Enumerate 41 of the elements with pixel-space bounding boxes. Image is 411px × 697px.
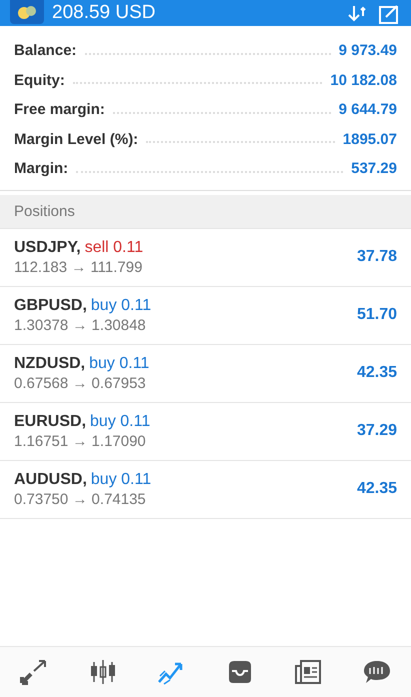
order-label: sell 0.11: [84, 238, 144, 256]
order-label: buy 0.11: [90, 470, 152, 488]
summary-label: Balance:: [14, 42, 77, 60]
position-row[interactable]: NZDUSD, buy 0.11 0.67568 → 0.67953 42.35: [0, 344, 411, 402]
position-row[interactable]: USDJPY, sell 0.11 112.183 → 111.799 37.78: [0, 228, 411, 286]
account-balance-title: 208.59 USD: [52, 2, 157, 24]
summary-label: Margin Level (%):: [14, 130, 138, 148]
summary-label: Equity:: [14, 72, 65, 89]
order-label: buy 0.11: [89, 354, 150, 372]
position-row[interactable]: AUDUSD, buy 0.11 0.73750 → 0.74135 42.35: [0, 460, 411, 518]
new-order-icon[interactable]: [377, 4, 401, 24]
price-range: 0.67568 → 0.67953: [14, 374, 147, 392]
newspaper-icon: [293, 658, 324, 686]
profit-value: 42.35: [356, 364, 397, 382]
summary-value: 537.29: [351, 160, 397, 178]
position-row[interactable]: EURUSD, buy 0.11 1.16751 → 1.17090 37.29: [0, 402, 411, 460]
section-header: Positions: [0, 194, 411, 228]
price-range: 1.30378 → 1.30848: [14, 316, 147, 334]
profit-value: 37.29: [356, 422, 397, 440]
price-range: 0.73750 → 0.74135: [14, 490, 147, 508]
summary-value: 9 973.49: [338, 42, 397, 60]
position-row[interactable]: GBPUSD, buy 0.11 1.30378 → 1.30848 51.70: [0, 286, 411, 344]
order-label: buy 0.11: [90, 296, 152, 314]
profit-value: 51.70: [356, 306, 397, 324]
summary-label: Margin:: [14, 160, 68, 178]
symbol-label: EURUSD,: [14, 412, 86, 430]
symbol-label: AUDUSD,: [14, 470, 87, 488]
price-range: 1.16751 → 1.17090: [14, 432, 147, 450]
summary-value: 9 644.79: [338, 101, 397, 118]
profit-value: 37.78: [356, 248, 397, 266]
price-range: 112.183 → 111.799: [14, 258, 144, 276]
symbol-label: NZDUSD,: [14, 354, 86, 372]
symbol-label: GBPUSD,: [14, 296, 87, 314]
summary-label: Free margin:: [14, 101, 105, 118]
profit-value: 42.35: [356, 480, 397, 498]
chat-icon: [362, 658, 392, 686]
order-label: buy 0.11: [90, 412, 150, 430]
summary-value: 1895.07: [342, 130, 397, 148]
logo-icon: [10, 0, 44, 24]
symbol-label: USDJPY,: [14, 238, 81, 256]
summary-value: 10 182.08: [330, 72, 397, 89]
